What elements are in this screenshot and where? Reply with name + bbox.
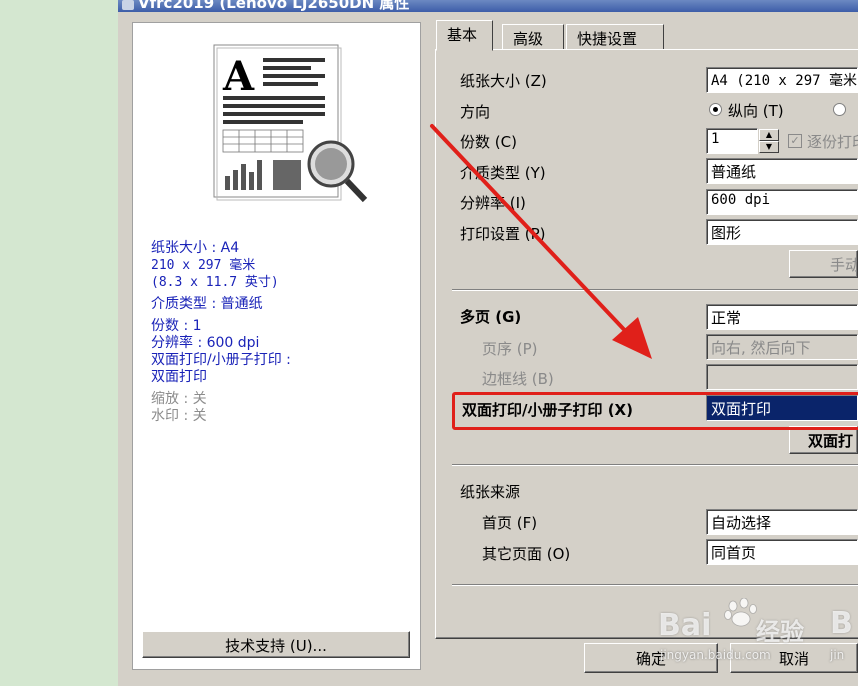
duplex-highlight-box <box>452 392 858 430</box>
watermark-brand: Bai <box>658 608 712 643</box>
baidu-watermark: Bai 经验 jingyan.baidu.com B jin <box>658 590 858 670</box>
watermark-corner-letter: B <box>830 606 853 641</box>
watermark-corner-sub: jin <box>830 648 845 662</box>
watermark-brand-suffix: 经验 <box>756 618 804 646</box>
tab-basic[interactable]: 基本 <box>436 20 493 51</box>
annotation-arrow <box>430 124 652 359</box>
paw-icon <box>724 598 757 627</box>
watermark-site: jingyan.baidu.com <box>660 648 771 662</box>
